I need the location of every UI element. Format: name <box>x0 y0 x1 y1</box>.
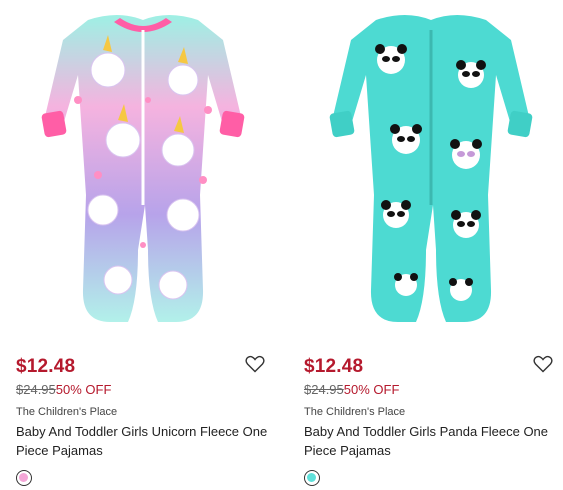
discount-label: 50% OFF <box>343 382 400 397</box>
original-price: $24.95 <box>16 382 56 397</box>
sale-price: $12.48 <box>304 356 364 377</box>
brand-name: The Children's Place <box>304 406 406 418</box>
price-row: $24.9550% OFF <box>16 382 111 397</box>
color-swatch[interactable] <box>304 470 320 486</box>
product-image-panda-pajamas[interactable] <box>296 0 563 335</box>
favorite-heart-icon[interactable] <box>245 355 265 373</box>
swatch-color-dot <box>19 473 28 482</box>
product-name-link[interactable]: Baby And Toddler Girls Panda Fleece One … <box>304 422 563 460</box>
swatch-color-dot <box>307 473 316 482</box>
price-row: $24.9550% OFF <box>304 382 399 397</box>
product-image-unicorn-pajamas[interactable] <box>8 0 278 335</box>
discount-label: 50% OFF <box>55 382 112 397</box>
product-name-link[interactable]: Baby And Toddler Girls Unicorn Fleece On… <box>16 422 276 460</box>
favorite-heart-icon[interactable] <box>533 355 553 373</box>
brand-name: The Children's Place <box>16 406 118 418</box>
product-card[interactable]: $12.48 $24.9550% OFF The Children's Plac… <box>8 0 278 490</box>
unicorn-fleece-pajama-image <box>41 15 245 322</box>
color-swatch[interactable] <box>16 470 32 486</box>
sale-price: $12.48 <box>16 356 76 377</box>
original-price: $24.95 <box>304 382 344 397</box>
panda-fleece-pajama-image <box>329 15 533 322</box>
product-card[interactable]: $12.48 $24.9550% OFF The Children's Plac… <box>296 0 563 490</box>
